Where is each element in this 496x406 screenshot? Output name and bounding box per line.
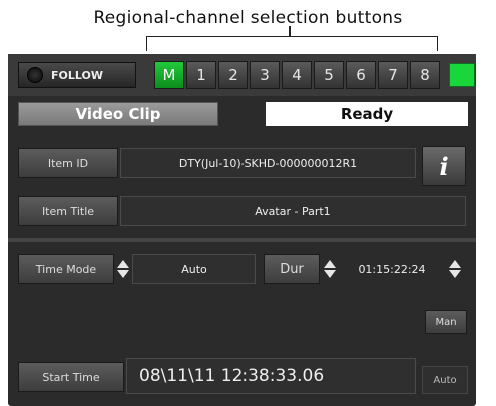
channel-button-7[interactable]: 7 [378, 61, 408, 89]
info-button[interactable]: i [422, 146, 466, 186]
callout-label: Regional-channel selection buttons [93, 8, 403, 28]
spinner-up-icon[interactable] [449, 260, 461, 268]
channel-selector: M 1 2 3 4 5 6 7 8 [154, 61, 442, 89]
follow-label: FOLLOW [51, 68, 103, 82]
time-mode-value[interactable]: Auto [132, 254, 256, 284]
channel-button-m[interactable]: M [154, 61, 184, 89]
auto-button[interactable]: Auto [422, 366, 468, 394]
channel-button-3[interactable]: 3 [250, 61, 280, 89]
item-title-field[interactable]: Avatar - Part1 [120, 196, 466, 226]
item-id-field[interactable]: DTY(Jul-10)-SKHD-000000012R1 [120, 148, 416, 178]
spinner-down-icon[interactable] [449, 270, 461, 278]
spinner-up-icon[interactable] [117, 260, 129, 268]
clip-type-button[interactable]: Video Clip [18, 102, 218, 126]
info-icon: i [439, 151, 449, 181]
time-mode-spinner[interactable] [116, 254, 130, 284]
dur-spinner-right[interactable] [448, 254, 462, 284]
spinner-up-icon[interactable] [324, 260, 336, 268]
callout-bracket [146, 36, 438, 51]
status-indicator [449, 63, 475, 87]
start-time-field[interactable]: 08\11\11 12:38:33.06 [126, 358, 416, 394]
start-time-button[interactable]: Start Time [18, 362, 124, 392]
section-divider [8, 238, 476, 242]
dur-value[interactable]: 01:15:22:24 [340, 254, 444, 284]
item-id-label: Item ID [18, 148, 118, 178]
channel-button-6[interactable]: 6 [346, 61, 376, 89]
item-title-button[interactable]: Item Title [18, 196, 118, 226]
channel-button-1[interactable]: 1 [186, 61, 216, 89]
follow-button[interactable]: FOLLOW [18, 62, 136, 88]
control-panel: FOLLOW M 1 2 3 4 5 6 7 8 Video Clip Read… [8, 54, 476, 406]
follow-led-icon [27, 67, 43, 83]
channel-button-5[interactable]: 5 [314, 61, 344, 89]
channel-button-4[interactable]: 4 [282, 61, 312, 89]
clip-status: Ready [266, 102, 468, 126]
spinner-down-icon[interactable] [117, 270, 129, 278]
top-bar: FOLLOW M 1 2 3 4 5 6 7 8 [8, 54, 476, 96]
dur-spinner-left[interactable] [323, 254, 337, 284]
man-button[interactable]: Man [425, 310, 467, 334]
time-mode-label: Time Mode [18, 254, 114, 284]
channel-button-2[interactable]: 2 [218, 61, 248, 89]
dur-label: Dur [264, 254, 320, 284]
spinner-down-icon[interactable] [324, 270, 336, 278]
channel-button-8[interactable]: 8 [410, 61, 440, 89]
